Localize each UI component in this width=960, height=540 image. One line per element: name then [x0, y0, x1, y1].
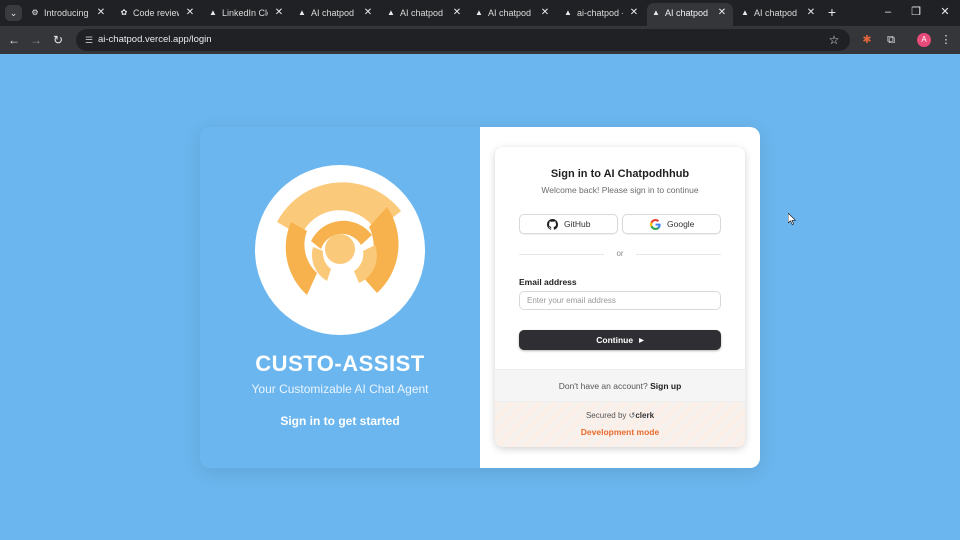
browser-tab[interactable]: ▲ AI chatpod ✕	[470, 3, 556, 23]
address-bar[interactable]: ☰ ai-chatpod.vercel.app/login ☆	[76, 29, 850, 51]
triangle-icon: ▲	[298, 8, 306, 17]
sign-up-footer: Don't have an account? Sign up	[495, 369, 745, 401]
bookmark-star-icon[interactable]: ☆	[826, 32, 842, 48]
close-icon[interactable]: ✕	[274, 3, 284, 23]
close-icon[interactable]: ✕	[452, 3, 462, 23]
brand-title: CUSTO-ASSIST	[255, 351, 425, 376]
development-mode-badge: Development mode	[580, 427, 660, 437]
google-icon	[650, 219, 661, 230]
url-text[interactable]: ai-chatpod.vercel.app/login	[98, 29, 212, 51]
profile-avatar[interactable]: A	[917, 33, 931, 47]
tab-label: AI chatpod	[400, 8, 444, 18]
brand-tagline: Your Customizable AI Chat Agent	[251, 382, 429, 396]
kebab-menu-icon[interactable]: ⋮	[938, 32, 954, 48]
email-label: Email address	[519, 277, 577, 287]
browser-tab[interactable]: ▲ AI chatpod ✕	[736, 3, 822, 23]
close-icon[interactable]: ✕	[540, 3, 550, 23]
close-icon[interactable]: ✕	[629, 3, 639, 23]
clerk-sign-in: Sign in to AI Chatpodhhub Welcome back! …	[495, 147, 745, 447]
browser-tabstrip: ⌄ ⚙ Introducing C ✕ ✿ Code review ✕ ▲ Li…	[0, 0, 960, 26]
no-account-text: Don't have an account? Sign up	[495, 370, 745, 402]
triangle-icon: ▲	[209, 8, 217, 17]
secured-by: Secured by ↺clerk	[495, 411, 745, 420]
caret-right-icon: ▶	[639, 338, 644, 344]
browser-tab[interactable]: ✿ Code review ✕	[115, 3, 201, 23]
tab-label: Introducing C	[44, 8, 90, 18]
new-tab-plus-icon[interactable]: +	[824, 4, 840, 20]
tab-label: AI chatpod	[754, 8, 798, 18]
tab-search-chevron-icon[interactable]: ⌄	[5, 5, 22, 21]
tab-label: AI chatpod	[665, 8, 709, 18]
continue-label: Continue	[596, 335, 634, 345]
sign-in-subtitle: Welcome back! Please sign in to continue	[541, 185, 699, 195]
clerk-footer: Secured by ↺clerk Development mode	[495, 401, 745, 447]
brand-panel: CUSTO-ASSIST Your Customizable AI Chat A…	[200, 127, 480, 468]
sign-in-cta: Sign in to get started	[280, 414, 400, 428]
auth-panel: Sign in to AI Chatpodhhub Welcome back! …	[480, 127, 760, 468]
triangle-icon: ▲	[387, 8, 395, 17]
tab-label: LinkedIn Clon	[222, 8, 268, 18]
site-settings-icon[interactable]: ☰	[82, 33, 96, 47]
tab-label: AI chatpod	[311, 8, 355, 18]
secured-by-label: Secured by	[585, 411, 627, 420]
sign-in-title: Sign in to AI Chatpodhhub	[550, 168, 690, 180]
email-input[interactable]	[519, 291, 721, 310]
no-account-label: Don't have an account?	[558, 381, 648, 391]
triangle-icon: ▲	[652, 8, 660, 17]
extension-icon[interactable]: ✱	[859, 32, 875, 48]
close-icon[interactable]: ✕	[717, 3, 727, 23]
browser-tab[interactable]: ▲ AI chatpod ✕	[293, 3, 379, 23]
extensions-puzzle-icon[interactable]: ⧉	[883, 32, 899, 48]
close-icon[interactable]: ✕	[185, 3, 195, 23]
gear-icon: ⚙	[31, 8, 39, 17]
close-icon[interactable]: ✕	[363, 3, 373, 23]
github-label: GitHub	[564, 219, 591, 229]
tab-label: ai-chatpod -	[577, 8, 623, 18]
clerk-wordmark: clerk	[635, 411, 655, 420]
custo-assist-logo-icon	[277, 182, 401, 295]
reload-icon[interactable]: ↻	[50, 32, 66, 48]
github-button[interactable]: GitHub	[519, 214, 618, 234]
browser-tab[interactable]: ▲ ai-chatpod - ✕	[559, 3, 645, 23]
close-icon[interactable]: ✕	[806, 3, 816, 23]
window-close-icon[interactable]: ✕	[937, 5, 953, 19]
sign-up-link[interactable]: Sign up	[650, 381, 681, 391]
divider-line-right	[636, 254, 721, 255]
restore-icon[interactable]: ❐	[908, 5, 924, 19]
close-icon[interactable]: ✕	[96, 3, 106, 23]
browser-tab[interactable]: ▲ AI chatpod ✕	[382, 3, 468, 23]
browser-tab[interactable]: ▲ LinkedIn Clon ✕	[204, 3, 290, 23]
openai-icon: ✿	[120, 8, 128, 17]
minimize-icon[interactable]: –	[880, 5, 896, 19]
browser-tab[interactable]: ⚙ Introducing C ✕	[26, 3, 112, 23]
triangle-icon: ▲	[741, 8, 749, 17]
browser-tab-active[interactable]: ▲ AI chatpod ✕	[647, 3, 733, 26]
mouse-cursor-icon	[788, 213, 796, 225]
logo	[255, 165, 425, 335]
forward-arrow-icon[interactable]: →	[28, 32, 44, 48]
browser-toolbar: ← → ↻ ☰ ai-chatpod.vercel.app/login ☆ ✱ …	[0, 26, 960, 54]
triangle-icon: ▲	[564, 8, 572, 17]
back-arrow-icon[interactable]: ←	[6, 32, 22, 48]
triangle-icon: ▲	[475, 8, 483, 17]
tab-label: Code review	[133, 8, 179, 18]
google-label: Google	[667, 219, 695, 229]
github-icon	[547, 219, 558, 230]
continue-button[interactable]: Continue ▶	[519, 330, 721, 350]
tab-label: AI chatpod	[488, 8, 532, 18]
google-button[interactable]: Google	[622, 214, 721, 234]
login-card: CUSTO-ASSIST Your Customizable AI Chat A…	[200, 127, 760, 468]
